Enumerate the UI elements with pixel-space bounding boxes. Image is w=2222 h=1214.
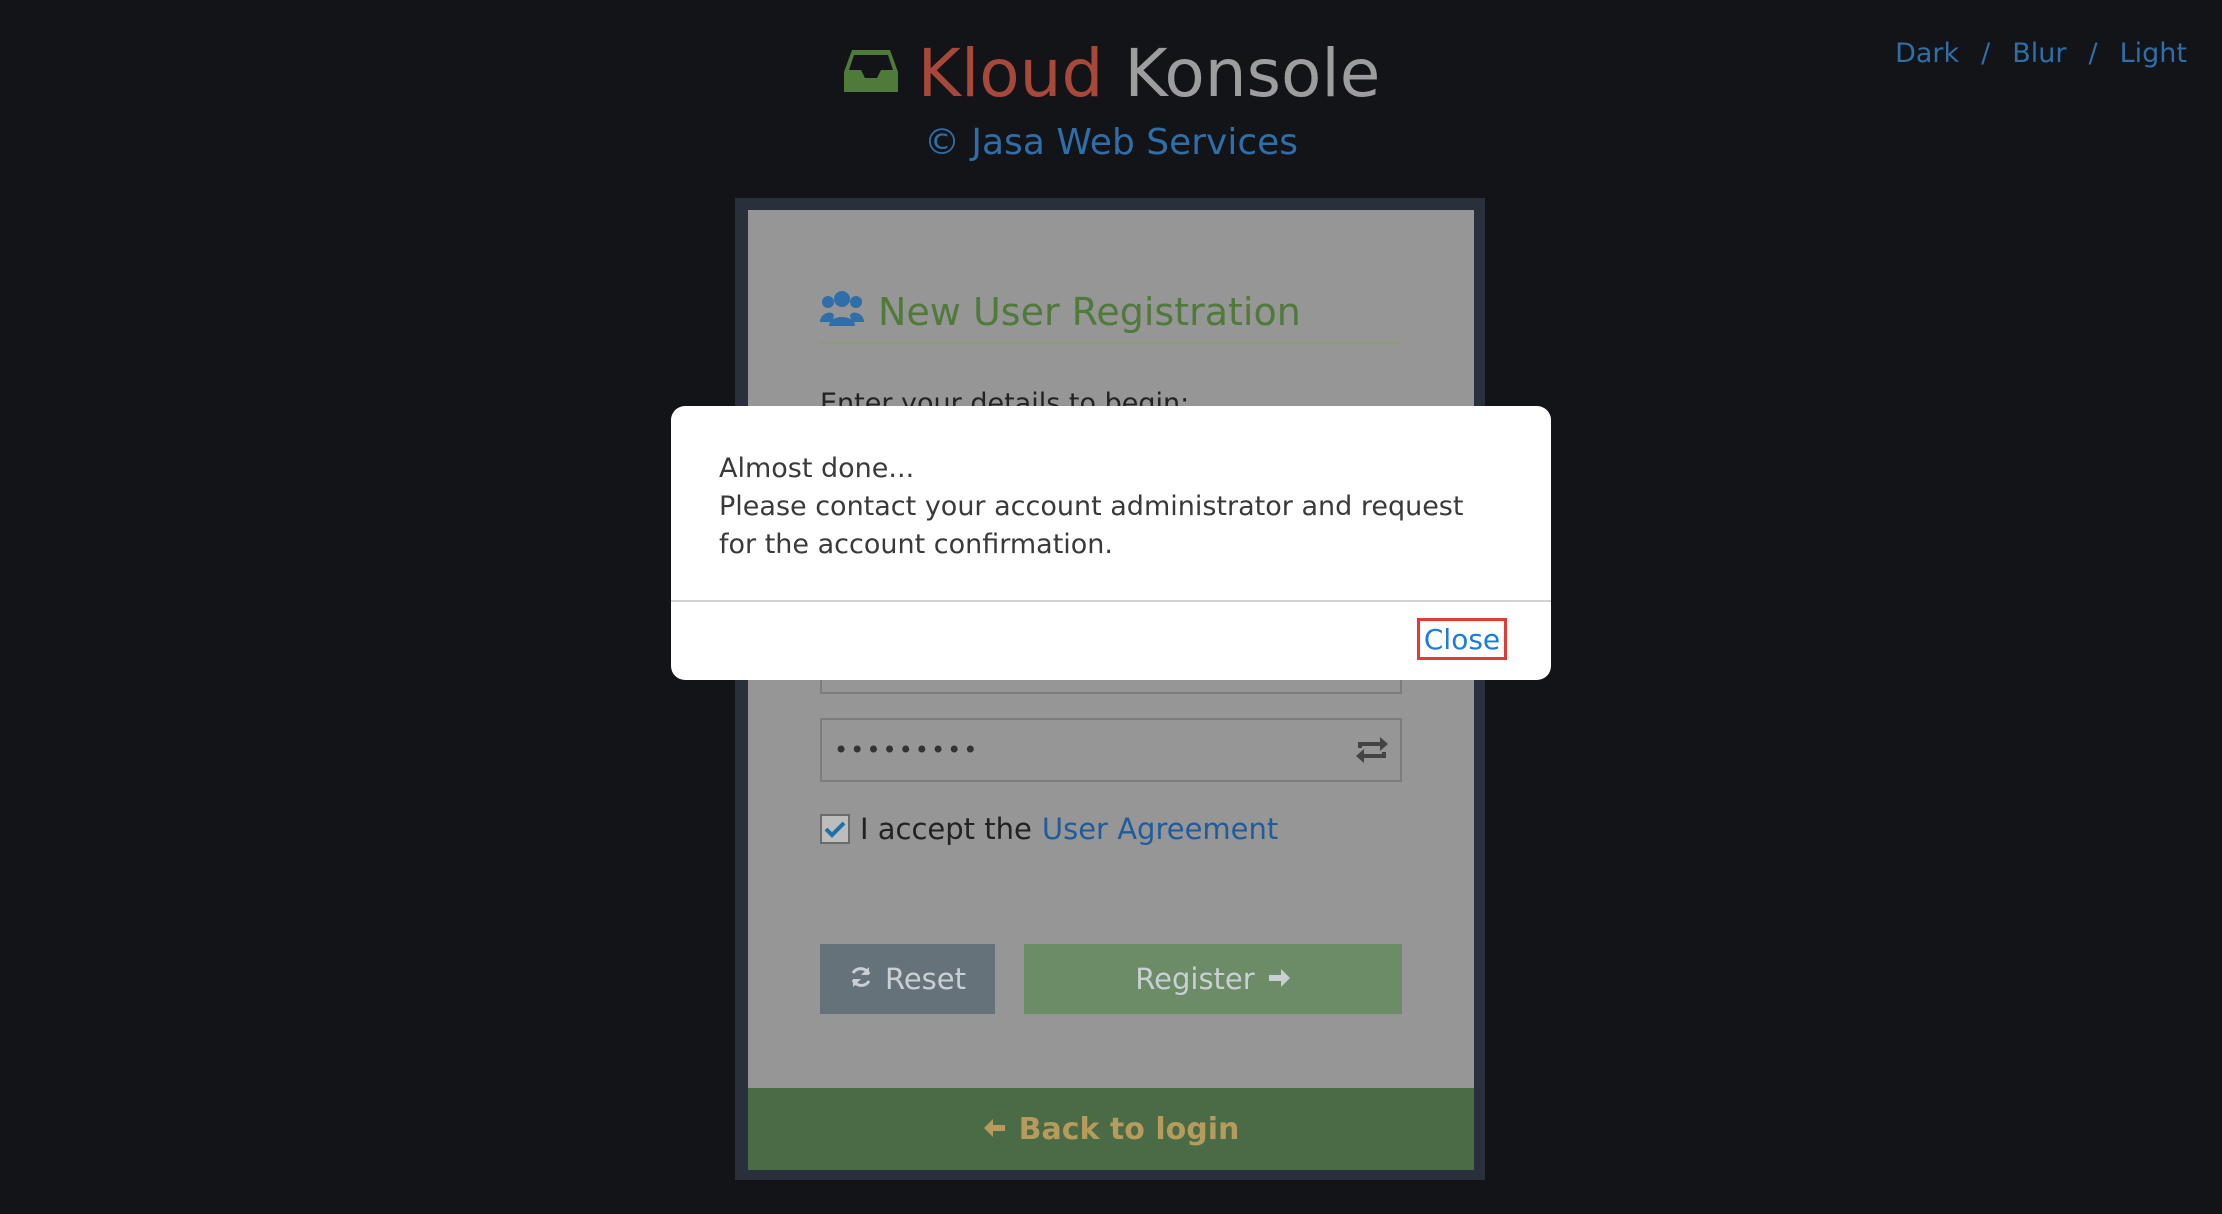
sync-icon [849,962,873,996]
back-to-login-button[interactable]: Back to login [748,1088,1474,1170]
reset-label: Reset [884,962,966,996]
arrow-right-icon [1267,962,1291,996]
registration-title: New User Registration [820,282,1402,344]
users-icon [820,288,864,337]
password-value: ••••••••• [834,736,980,764]
agreement-checkbox[interactable] [820,814,850,844]
dialog-divider [671,600,1551,602]
back-to-login-label: Back to login [1018,1111,1240,1147]
inbox-tray-icon [842,32,900,112]
confirmation-dialog: Almost done... Please contact your accou… [671,406,1551,680]
registration-title-text: New User Registration [878,290,1301,334]
register-label: Register [1135,962,1255,996]
register-button[interactable]: Register [1024,944,1402,1014]
dialog-message: Almost done... Please contact your accou… [719,450,1509,564]
agreement-text: I accept the [860,812,1032,846]
dialog-line-2: Please contact your account administrato… [719,491,1464,560]
dialog-line-1: Almost done... [719,453,915,484]
refresh-arrows-icon[interactable] [1354,734,1390,770]
password-field[interactable]: ••••••••• [820,718,1402,782]
brand-header: Kloud Konsole [0,34,2222,118]
arrow-left-icon [983,1112,1007,1147]
brand-name-konsole: Konsole [1124,35,1381,112]
user-agreement-row: I accept the User Agreement [820,812,1278,846]
brand-name-kloud: Kloud [917,35,1104,112]
reset-button[interactable]: Reset [820,944,995,1014]
copyright-tagline: © Jasa Web Services [923,122,1299,163]
user-agreement-link[interactable]: User Agreement [1042,812,1278,846]
close-button[interactable]: Close [1417,618,1507,660]
